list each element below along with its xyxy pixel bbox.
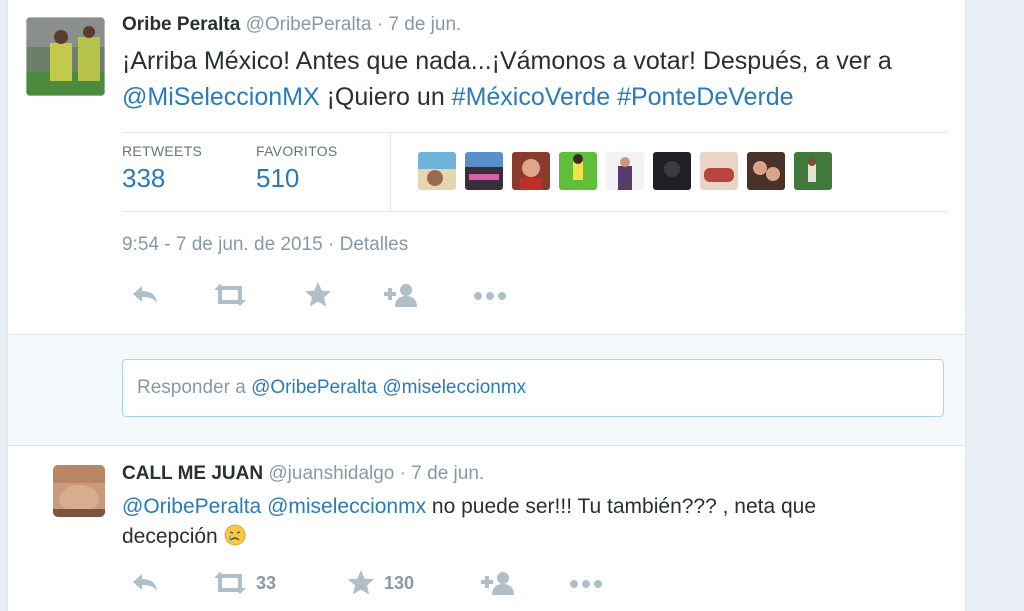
- favorites-count: 510: [256, 163, 300, 193]
- tweet-time[interactable]: 7 de jun.: [388, 14, 461, 35]
- reply-author-username[interactable]: @juanshidalgo: [268, 463, 394, 484]
- tweet-meta: 9:54 - 7 de jun. de 2015 · Detalles: [122, 234, 408, 256]
- reply-mention-miseleccion[interactable]: @miseleccionmx: [267, 495, 426, 518]
- retweets-label: RETWEETS: [122, 143, 203, 159]
- tweet-stats: RETWEETS 338 FAVORITOS 510: [122, 132, 947, 212]
- tweet-actions: [122, 280, 622, 314]
- reply-area: Responder a @OribePeralta @miseleccionmx: [8, 335, 965, 446]
- reply-retweet-button[interactable]: 33: [212, 568, 276, 598]
- retweet-icon: [214, 572, 246, 594]
- reply-more-button[interactable]: [568, 568, 604, 598]
- favoriter-avatar[interactable]: [418, 152, 456, 190]
- tweet-mention-link[interactable]: @MiSeleccionMX: [122, 83, 320, 111]
- retweet-button[interactable]: [212, 280, 248, 310]
- reply-follow-button[interactable]: [480, 568, 516, 598]
- author-fullname[interactable]: Oribe Peralta: [122, 14, 240, 35]
- hashtag-link-mexicoverde[interactable]: #MéxicoVerde: [452, 83, 610, 111]
- follow-button[interactable]: [383, 280, 419, 310]
- reply-input-prefix: Responder a: [137, 377, 252, 398]
- favoriter-avatar[interactable]: [653, 152, 691, 190]
- reply-header-separator: ·: [399, 463, 406, 484]
- favoriter-avatar[interactable]: [465, 152, 503, 190]
- reply-mention-oribe[interactable]: @OribePeralta: [122, 495, 261, 518]
- follow-icon: [384, 284, 417, 307]
- more-icon: [474, 292, 506, 300]
- retweet-icon: [214, 284, 246, 306]
- stats-divider: [390, 133, 391, 211]
- hashtag-link-pontedeverde[interactable]: #PonteDeVerde: [617, 83, 794, 111]
- retweets-count: 338: [122, 163, 166, 193]
- details-link[interactable]: Detalles: [340, 234, 409, 255]
- follow-icon: [481, 572, 514, 595]
- favoriter-avatar[interactable]: [794, 152, 832, 190]
- favorites-stat[interactable]: FAVORITOS 510: [256, 143, 338, 194]
- tweet-permalink-card: Oribe Peralta @OribePeralta · 7 de jun. …: [7, 0, 966, 611]
- reply-icon: [133, 286, 157, 303]
- avatar-photo: [53, 465, 105, 517]
- reply-author-fullname[interactable]: CALL ME JUAN: [122, 463, 263, 484]
- reply-retweet-count: 33: [256, 572, 277, 593]
- meta-separator: ·: [328, 234, 335, 255]
- author-avatar[interactable]: [26, 17, 105, 96]
- favoriter-avatar[interactable]: [512, 152, 550, 190]
- reply-tweet-actions: 33 130: [122, 568, 622, 602]
- favoriter-avatar[interactable]: [700, 152, 738, 190]
- tweet-text: ¡Arriba México! Antes que nada...¡Vámono…: [122, 43, 952, 115]
- retweets-stat[interactable]: RETWEETS 338: [122, 143, 202, 194]
- avatar-photo: [26, 17, 105, 96]
- reply-tweet-header: CALL ME JUAN @juanshidalgo · 7 de jun.: [122, 463, 484, 485]
- reply-button[interactable]: [130, 280, 160, 310]
- tweet-text-mid: ¡Quiero un: [319, 83, 452, 111]
- reply-icon: [133, 574, 157, 591]
- header-separator: ·: [376, 14, 384, 35]
- reply-tweet-text: @OribePeralta @miseleccionmx no puede se…: [122, 492, 942, 552]
- favorite-icon: [305, 282, 331, 307]
- favoriter-avatar[interactable]: [606, 152, 644, 190]
- reply-text-rest: no puede ser!!! Tu también??? , neta que: [426, 495, 817, 518]
- reply-reply-button[interactable]: [130, 568, 160, 598]
- crying-face-emoji: [224, 524, 246, 546]
- reply-author-avatar[interactable]: [53, 465, 105, 517]
- favoriter-avatar[interactable]: [559, 152, 597, 190]
- favorites-label: FAVORITOS: [256, 143, 338, 159]
- more-button[interactable]: [472, 280, 508, 310]
- tweet-text-line1: ¡Arriba México! Antes que nada...¡Vámono…: [122, 47, 892, 75]
- reply-tweet: CALL ME JUAN @juanshidalgo · 7 de jun. @…: [8, 446, 965, 611]
- favorite-icon: [348, 570, 374, 595]
- tweet-timestamp: 9:54 - 7 de jun. de 2015: [122, 234, 323, 255]
- more-icon: [570, 580, 602, 588]
- tweet-header: Oribe Peralta @OribePeralta · 7 de jun.: [122, 14, 461, 36]
- favoriter-avatar[interactable]: [747, 152, 785, 190]
- author-username[interactable]: @OribePeralta: [246, 14, 372, 35]
- reply-tweet-time[interactable]: 7 de jun.: [411, 463, 484, 484]
- reply-input[interactable]: Responder a @OribePeralta @miseleccionmx: [122, 359, 944, 417]
- reply-text-line2: decepción: [122, 525, 218, 548]
- reply-favorite-button[interactable]: 130: [346, 568, 414, 598]
- reply-favorite-count: 130: [384, 572, 415, 593]
- reply-input-mention-miseleccion: @miseleccionmx: [382, 377, 527, 398]
- favorite-button[interactable]: [303, 280, 333, 310]
- reply-input-mention-oribe: @OribePeralta: [251, 377, 378, 398]
- main-tweet: Oribe Peralta @OribePeralta · 7 de jun. …: [8, 0, 965, 335]
